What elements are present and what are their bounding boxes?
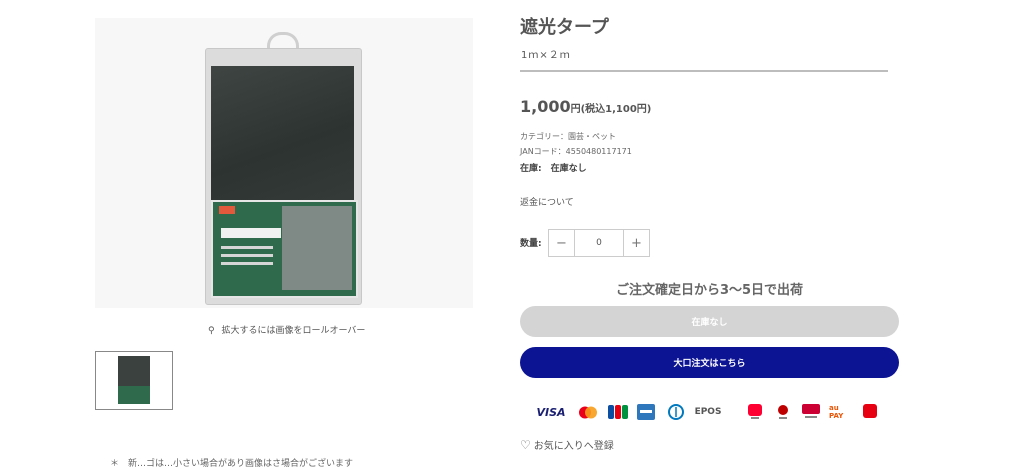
label-line <box>221 254 273 257</box>
product-main-image[interactable] <box>95 18 473 308</box>
paypay-icon <box>747 402 763 422</box>
visa-icon: VISA <box>536 405 566 419</box>
rakuten-pay-icon <box>775 402 791 422</box>
price: 1,000円(税込1,100円) <box>520 97 651 116</box>
amex-icon <box>636 402 656 422</box>
shipping-note: ご注文確定日から3〜5日で出荷 <box>615 283 804 298</box>
mastercard-icon <box>577 402 599 422</box>
thumbnail-label <box>118 386 150 404</box>
package-label <box>211 200 358 298</box>
product-title: 遮光タープ <box>520 17 609 38</box>
category: カテゴリー：園芸・ペット <box>520 132 616 141</box>
merpay-icon <box>862 402 878 422</box>
price-tax: (税込1,100円) <box>580 104 652 115</box>
favorite-button[interactable]: ♡ お気に入りへ登録 <box>520 437 614 453</box>
refund-link[interactable]: 返金について <box>520 195 574 208</box>
price-value: 1,000 <box>520 97 571 116</box>
quantity-input[interactable]: 0 <box>574 230 624 256</box>
soldout-button[interactable]: 在庫なし <box>520 306 899 337</box>
zoom-hint: ⚲ 拡大するには画像をロールオーバー <box>208 323 365 336</box>
epos-icon: EPOS <box>694 407 722 417</box>
payment-methods: VISA EPOS au PAY <box>536 402 897 422</box>
stock-status: 在庫: 在庫なし <box>520 164 587 174</box>
description-cut-text: ＊ 新…ゴは…小さい場合があり画像はさ場合がございます <box>110 459 354 469</box>
quantity-stepper: − 0 + <box>548 229 650 257</box>
jan-code: JANコード：4550480117171 <box>520 147 632 156</box>
zoom-hint-text: 拡大するには画像をロールオーバー <box>221 326 366 336</box>
label-line <box>221 262 273 265</box>
divider <box>520 70 888 72</box>
quantity-increase-button[interactable]: + <box>624 230 649 256</box>
au-pay-icon: au PAY <box>829 404 844 420</box>
heart-icon: ♡ <box>520 437 531 452</box>
brand-badge <box>219 206 235 214</box>
label-title-band <box>221 228 281 238</box>
favorite-label: お気に入りへ登録 <box>533 441 614 452</box>
diners-club-icon <box>665 402 687 422</box>
d-payment-icon <box>801 402 821 422</box>
thumbnail-1[interactable] <box>95 351 173 410</box>
price-unit: 円 <box>570 104 581 115</box>
bulk-order-button[interactable]: 大口注文はこちら <box>520 347 899 378</box>
product-size: 1ｍ×２ｍ <box>521 50 571 61</box>
label-line <box>221 246 273 249</box>
magnifier-icon: ⚲ <box>208 326 215 336</box>
jcb-icon <box>607 402 629 422</box>
quantity-label: 数量: <box>520 239 542 249</box>
quantity-decrease-button[interactable]: − <box>549 230 574 256</box>
label-photo <box>282 206 352 290</box>
